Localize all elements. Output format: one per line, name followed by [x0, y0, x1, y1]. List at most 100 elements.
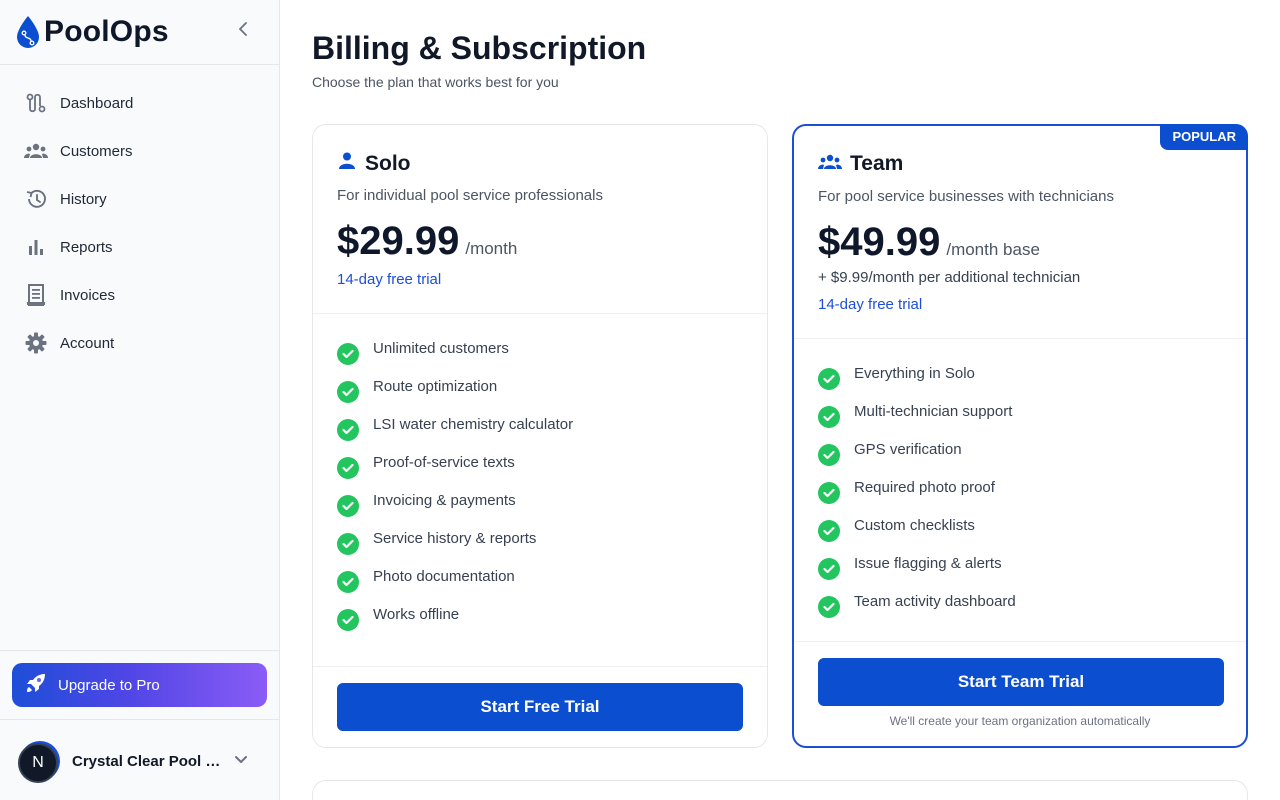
sidebar-item-reports[interactable]: Reports: [0, 223, 279, 271]
plan-card-team: POPULAR Team For pool service businesses…: [792, 124, 1248, 748]
feature-text: Unlimited customers: [373, 340, 509, 357]
feature-text: Proof-of-service texts: [373, 454, 515, 471]
main-content: Billing & Subscription Choose the plan t…: [280, 0, 1280, 800]
cta-note: We'll create your team organization auto…: [889, 714, 1151, 728]
feature-list: Everything in Solo Multi-technician supp…: [818, 364, 1016, 630]
history-icon: [24, 187, 48, 211]
app-name: PoolOps: [44, 15, 169, 48]
sidebar-item-label: History: [60, 190, 107, 208]
check-circle-icon: [337, 495, 359, 517]
route-icon: [24, 91, 48, 115]
check-circle-icon: [337, 571, 359, 593]
gear-icon: [24, 331, 48, 355]
receipt-icon: [24, 283, 48, 307]
feature-text: Invoicing & payments: [373, 492, 516, 509]
feature-text: Issue flagging & alerts: [854, 555, 1002, 572]
plan-header: Team: [818, 152, 903, 176]
divider: [794, 641, 1246, 642]
sidebar-item-customers[interactable]: Customers: [0, 127, 279, 175]
feature-text: Required photo proof: [854, 479, 995, 496]
plan-description: For pool service businesses with technic…: [818, 188, 1114, 205]
list-item: Works offline: [337, 605, 573, 643]
list-item: Issue flagging & alerts: [818, 554, 1016, 592]
list-item: Unlimited customers: [337, 339, 573, 377]
plan-price: $49.99: [818, 220, 941, 264]
check-circle-icon: [818, 558, 840, 580]
upgrade-label: Upgrade to Pro: [58, 676, 160, 694]
divider: [313, 666, 767, 667]
plan-card-solo: Solo For individual pool service profess…: [312, 124, 768, 748]
users-icon: [24, 139, 48, 163]
next-section-card: [312, 780, 1248, 800]
check-circle-icon: [337, 457, 359, 479]
list-item: Route optimization: [337, 377, 573, 415]
sidebar-item-account[interactable]: Account: [0, 319, 279, 367]
page-subtitle: Choose the plan that works best for you: [312, 74, 559, 90]
rocket-icon: [24, 671, 48, 700]
check-circle-icon: [818, 596, 840, 618]
check-circle-icon: [818, 368, 840, 390]
users-icon: [818, 153, 842, 176]
org-switcher[interactable]: N Crystal Clear Pool Se...: [0, 722, 279, 800]
plan-price: $29.99: [337, 219, 460, 263]
bar-chart-icon: [24, 235, 48, 259]
feature-list: Unlimited customers Route optimization L…: [337, 339, 573, 643]
feature-text: Everything in Solo: [854, 365, 975, 382]
list-item: Everything in Solo: [818, 364, 1016, 402]
collapse-sidebar-button[interactable]: [233, 18, 253, 40]
list-item: GPS verification: [818, 440, 1016, 478]
check-circle-icon: [818, 520, 840, 542]
start-team-trial-button[interactable]: Start Team Trial: [818, 658, 1224, 706]
user-icon: [337, 151, 357, 176]
sidebar-item-label: Account: [60, 334, 115, 352]
sidebar-item-invoices[interactable]: Invoices: [0, 271, 279, 319]
plan-name: Team: [850, 152, 904, 175]
feature-text: Route optimization: [373, 378, 498, 395]
chevron-down-icon: [234, 752, 248, 770]
sidebar-item-dashboard[interactable]: Dashboard: [0, 79, 279, 127]
feature-text: Works offline: [373, 606, 460, 623]
popular-badge: POPULAR: [1160, 124, 1248, 150]
avatar: N: [18, 741, 60, 783]
check-circle-icon: [337, 343, 359, 365]
feature-text: Team activity dashboard: [854, 593, 1016, 610]
list-item: Multi-technician support: [818, 402, 1016, 440]
sidebar-item-history[interactable]: History: [0, 175, 279, 223]
sidebar-item-label: Customers: [60, 142, 133, 160]
sidebar-item-label: Reports: [60, 238, 113, 256]
feature-text: GPS verification: [854, 441, 962, 458]
plan-period: /month base: [946, 240, 1040, 259]
check-circle-icon: [337, 533, 359, 555]
addon-price: + $9.99/month per additional technician: [818, 269, 1081, 286]
feature-text: Service history & reports: [373, 530, 537, 547]
price-row: $49.99 /month base: [818, 220, 1040, 265]
price-row: $29.99 /month: [337, 219, 517, 264]
plan-name: Solo: [365, 151, 411, 175]
plan-period: /month: [465, 239, 518, 258]
check-circle-icon: [818, 482, 840, 504]
feature-text: Custom checklists: [854, 517, 975, 534]
upgrade-to-pro-button[interactable]: Upgrade to Pro: [12, 663, 267, 707]
list-item: Custom checklists: [818, 516, 1016, 554]
start-free-trial-button[interactable]: Start Free Trial: [337, 683, 743, 731]
check-circle-icon: [337, 419, 359, 441]
sidebar-nav: Dashboard Customers History Reports Invo…: [0, 65, 279, 367]
list-item: Invoicing & payments: [337, 491, 573, 529]
check-circle-icon: [337, 609, 359, 631]
trial-text: 14-day free trial: [818, 296, 923, 313]
upgrade-section: Upgrade to Pro: [0, 650, 279, 720]
feature-text: Multi-technician support: [854, 403, 1013, 420]
page-title: Billing & Subscription: [312, 30, 647, 66]
list-item: Photo documentation: [337, 567, 573, 605]
org-name: Crystal Clear Pool Se...: [72, 752, 224, 770]
plan-description: For individual pool service professional…: [337, 187, 603, 204]
sidebar-item-label: Dashboard: [60, 94, 134, 112]
list-item: LSI water chemistry calculator: [337, 415, 573, 453]
check-circle-icon: [337, 381, 359, 403]
sidebar-item-label: Invoices: [60, 286, 116, 304]
check-circle-icon: [818, 444, 840, 466]
check-circle-icon: [818, 406, 840, 428]
feature-text: LSI water chemistry calculator: [373, 416, 574, 433]
brand: PoolOps: [0, 0, 279, 65]
sidebar: PoolOps Dashboard Customers History Repo…: [0, 0, 280, 800]
